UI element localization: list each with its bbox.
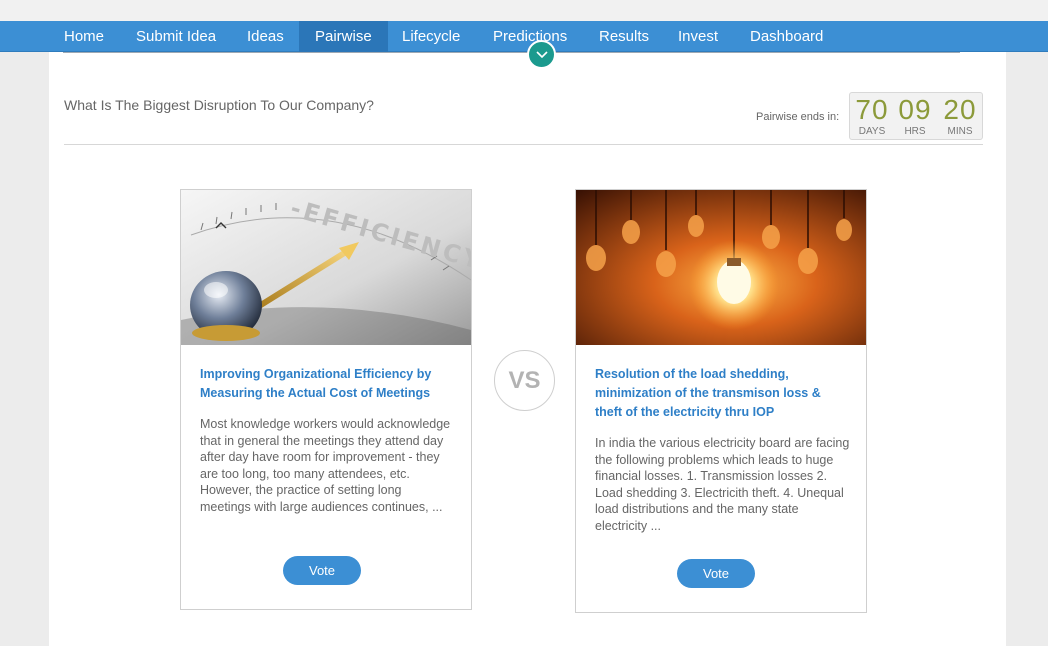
countdown-minutes: 20 MINS <box>938 93 982 137</box>
idea-description: Most knowledge workers would acknowledge… <box>200 417 451 514</box>
nav-ideas[interactable]: Ideas <box>247 21 284 52</box>
nav-pairwise[interactable]: Pairwise <box>299 21 388 52</box>
countdown-minutes-label: MINS <box>947 126 973 137</box>
divider <box>64 144 983 145</box>
vote-button-right[interactable]: Vote <box>677 559 755 588</box>
countdown-hours-value: 09 <box>898 94 932 125</box>
idea-card-right: Resolution of the load shedding, minimiz… <box>575 189 867 613</box>
idea-description: In india the various electricity board a… <box>595 436 850 533</box>
vote-button-left[interactable]: Vote <box>283 556 361 585</box>
light-bulbs-image <box>576 190 866 345</box>
idea-card-left: -EFFICIENCY- Improving Organizational Ef… <box>180 189 472 610</box>
nav-submit-idea[interactable]: Submit Idea <box>136 21 216 52</box>
top-strip <box>0 0 1048 21</box>
countdown-hours: 09 HRS <box>893 93 937 137</box>
nav-home[interactable]: Home <box>64 21 104 52</box>
nav-dashboard[interactable]: Dashboard <box>750 21 823 52</box>
countdown-days-label: DAYS <box>858 126 886 137</box>
countdown-hours-label: HRS <box>904 126 926 137</box>
chevron-down-icon <box>535 50 548 58</box>
countdown-timer: 70 DAYS 09 HRS 20 MINS <box>849 92 983 140</box>
collapse-toggle-button[interactable] <box>527 40 556 69</box>
efficiency-compass-image: -EFFICIENCY- <box>181 190 471 345</box>
vs-badge: VS <box>494 350 555 411</box>
nav-invest[interactable]: Invest <box>678 21 718 52</box>
main-nav: Home Submit Idea Ideas Pairwise Lifecycl… <box>0 21 1048 52</box>
nav-results[interactable]: Results <box>599 21 649 52</box>
nav-lifecycle[interactable]: Lifecycle <box>402 21 460 52</box>
countdown-days-value: 70 <box>855 94 889 125</box>
divider <box>63 52 960 53</box>
countdown-label: Pairwise ends in: <box>756 111 840 123</box>
countdown-minutes-value: 20 <box>943 94 977 125</box>
countdown-days: 70 DAYS <box>850 93 894 137</box>
idea-title-link[interactable]: Resolution of the load shedding, minimiz… <box>595 365 850 422</box>
page-title: What Is The Biggest Disruption To Our Co… <box>64 97 374 113</box>
idea-title-link[interactable]: Improving Organizational Efficiency by M… <box>200 365 455 403</box>
